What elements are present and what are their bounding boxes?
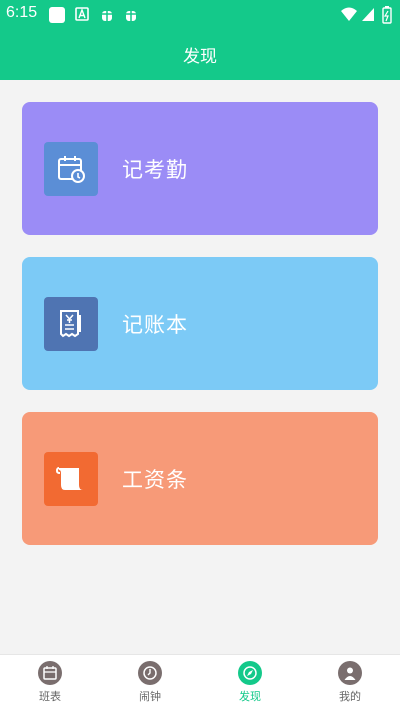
schedule-icon bbox=[38, 661, 62, 685]
status-time: 6:15 bbox=[6, 4, 38, 21]
calendar-clock-icon bbox=[44, 142, 98, 196]
ledger-card[interactable]: 记账本 bbox=[22, 257, 378, 390]
notification-a-icon bbox=[75, 7, 89, 21]
user-icon bbox=[338, 661, 362, 685]
tab-me[interactable]: 我的 bbox=[310, 661, 390, 704]
tab-alarm[interactable]: 闹钟 bbox=[110, 661, 190, 704]
receipt-yen-icon bbox=[44, 297, 98, 351]
battery-icon bbox=[382, 6, 392, 24]
tab-discover[interactable]: 发现 bbox=[210, 661, 290, 704]
payslip-scroll-icon bbox=[44, 452, 98, 506]
tab-label: 班表 bbox=[39, 690, 61, 703]
card-label: 记账本 bbox=[122, 313, 188, 337]
card-label: 记考勤 bbox=[122, 158, 188, 182]
card-label: 工资条 bbox=[122, 468, 188, 492]
notification-square-icon bbox=[49, 7, 65, 23]
notification-bug-icon bbox=[100, 8, 114, 23]
compass-icon bbox=[238, 661, 262, 685]
page-title: 发现 bbox=[183, 47, 217, 67]
tab-label: 发现 bbox=[239, 690, 261, 703]
notification-bug-icon-2 bbox=[124, 8, 138, 23]
payslip-card[interactable]: 工资条 bbox=[22, 412, 378, 545]
attendance-card[interactable]: 记考勤 bbox=[22, 102, 378, 235]
bottom-tab-bar: 班表 闹钟 发现 我的 bbox=[0, 654, 400, 711]
tab-label: 我的 bbox=[339, 690, 361, 703]
signal-icon bbox=[362, 8, 374, 21]
tab-label: 闹钟 bbox=[139, 690, 161, 703]
status-bar: 6:15 bbox=[0, 0, 400, 28]
tab-schedule[interactable]: 班表 bbox=[10, 661, 90, 704]
clock-icon bbox=[138, 661, 162, 685]
app-header: 6:15 发现 bbox=[0, 0, 400, 80]
wifi-icon bbox=[341, 7, 357, 21]
